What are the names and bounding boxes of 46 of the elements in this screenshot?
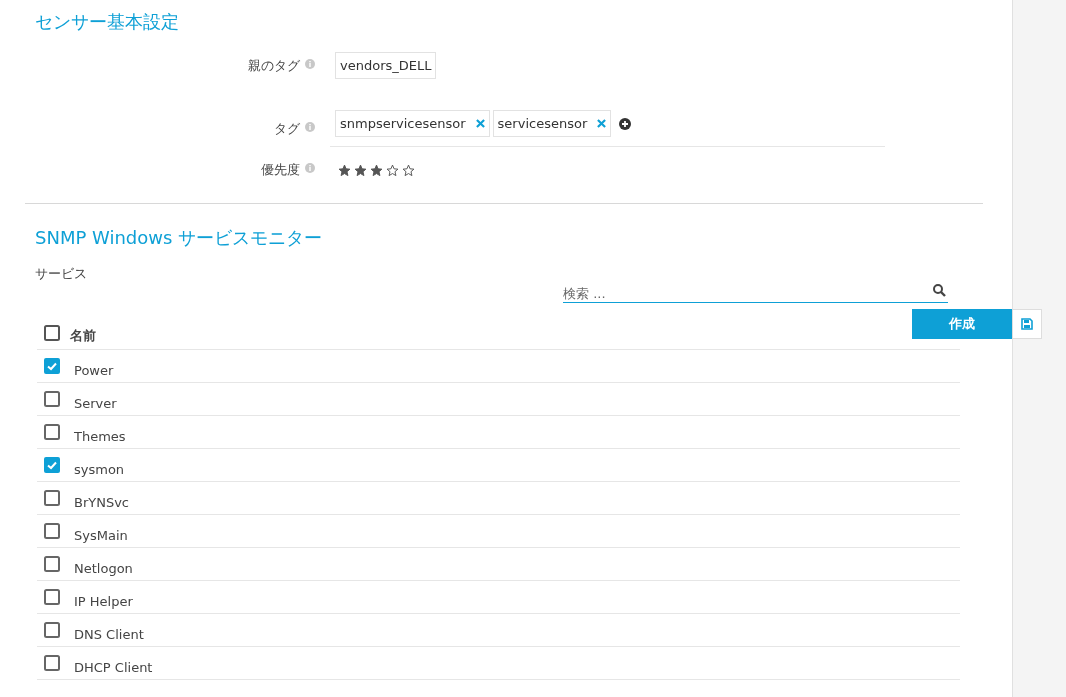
tag-text: snmpservicesensor [340, 116, 466, 131]
filled-star-icon[interactable] [354, 163, 367, 177]
remove-icon[interactable] [475, 119, 485, 128]
checkbox[interactable] [44, 391, 60, 407]
field-label: サービス [35, 265, 87, 283]
checkbox[interactable] [44, 325, 60, 341]
column-header: 名前 [70, 327, 96, 345]
checkbox[interactable] [44, 490, 60, 506]
search-field[interactable]: 検索 ... [563, 285, 948, 303]
empty-star-icon[interactable] [386, 163, 399, 177]
empty-star-icon[interactable] [402, 163, 415, 177]
service-name: Power [74, 363, 114, 378]
info-icon [305, 163, 315, 173]
checkbox[interactable] [44, 523, 60, 539]
save-button[interactable] [1012, 309, 1042, 339]
checkbox[interactable] [44, 589, 60, 605]
service-name: Themes [74, 429, 126, 444]
service-name: DHCP Client [74, 660, 153, 675]
checkbox[interactable] [44, 457, 60, 473]
field-label: 優先度 [261, 162, 300, 177]
parent-tag-field[interactable]: vendors_DELL [335, 52, 437, 79]
service-name: sysmon [74, 462, 125, 477]
section-title: SNMP Windows サービスモニター [35, 226, 324, 250]
filled-star-icon[interactable] [370, 163, 383, 177]
service-name: Server [74, 396, 117, 411]
checkbox[interactable] [44, 655, 60, 671]
filled-star-icon[interactable] [338, 163, 351, 177]
search-icon[interactable] [933, 283, 946, 297]
service-name: SysMain [74, 528, 128, 543]
field-label: タグ [274, 120, 300, 136]
checkbox[interactable] [44, 556, 60, 572]
service-name: IP Helper [74, 594, 133, 609]
info-icon [305, 121, 315, 132]
service-name: BrYNSvc [74, 495, 130, 510]
checkbox[interactable] [44, 358, 60, 374]
service-name: Netlogon [74, 561, 133, 576]
section-title: センサー基本設定 [34, 10, 180, 34]
save-icon [1021, 318, 1033, 330]
remove-icon[interactable] [597, 119, 607, 128]
tag-text: servicesensor [497, 116, 588, 131]
service-name: DNS Client [74, 627, 144, 642]
add-icon[interactable] [619, 117, 632, 130]
info-icon [305, 58, 315, 69]
checkbox[interactable] [44, 622, 60, 638]
checkbox[interactable] [44, 424, 60, 440]
field-label: 親のタグ [248, 57, 300, 73]
